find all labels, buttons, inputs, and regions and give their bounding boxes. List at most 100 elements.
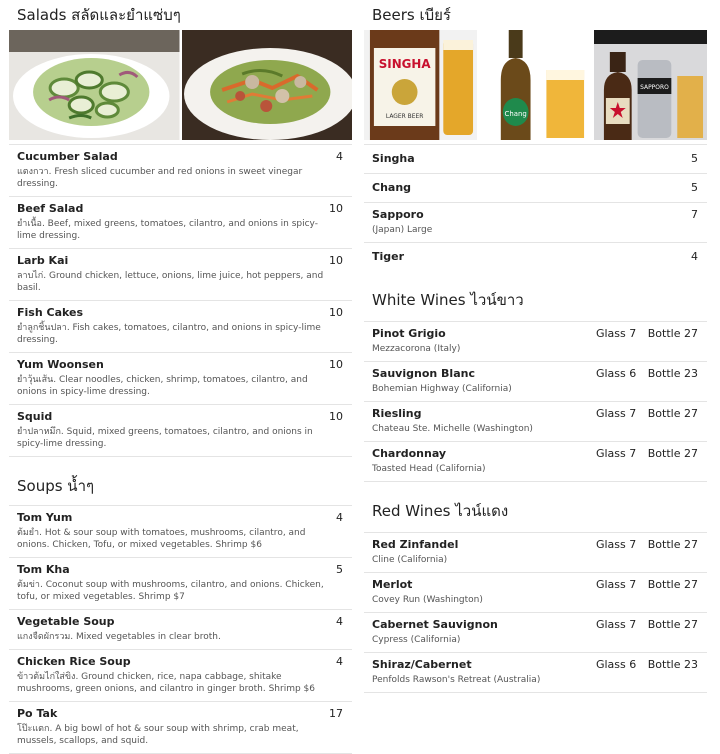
item-description: ยำวุ้นเส้น. Clear noodles, chicken, shri… (17, 375, 308, 397)
menu-item: Singha 5 (364, 144, 707, 173)
item-price: 17 (329, 707, 343, 720)
wine-prices: Glass 6 Bottle 23 (596, 658, 698, 671)
wine-item: Merlot Glass 7 Bottle 27 Covey Run (Wash… (364, 572, 707, 612)
glass-label: Glass (595, 407, 626, 420)
item-name: Tom Kha (17, 563, 70, 576)
item-description: ยำลูกชิ้นปลา. Fish cakes, tomatoes, cila… (17, 323, 321, 345)
menu-item: Chang 5 (364, 173, 707, 202)
item-price: 4 (691, 250, 698, 263)
wine-origin: Mezzacorona (Italy) (372, 344, 461, 354)
item-name: Tiger (372, 250, 405, 263)
wine-prices: Glass 6 Bottle 23 (596, 367, 698, 380)
glass-label: Glass (595, 658, 626, 671)
bottle-label: Bottle (647, 578, 681, 591)
white-wines-title: White Wines ไวน์ขาว (372, 291, 524, 309)
menu-item: Sapporo 7 (Japan) Large (364, 202, 707, 242)
item-name: Tom Yum (17, 511, 73, 524)
item-price: 10 (329, 410, 343, 423)
item-name: Squid (17, 410, 53, 423)
glass-price: 7 (629, 447, 637, 460)
glass-price: 7 (629, 618, 637, 631)
bottle-price: 23 (684, 658, 698, 671)
bottle-label: Bottle (647, 327, 681, 340)
item-name: Beef Salad (17, 202, 84, 215)
singha-sublabel-text: LAGER BEER (386, 113, 424, 120)
glass-label: Glass (595, 618, 626, 631)
wine-item: Pinot Grigio Glass 7 Bottle 27 Mezzacoro… (364, 321, 707, 361)
menu-item: Fish Cakes 10 ยำลูกชิ้นปลา. Fish cakes, … (9, 300, 352, 352)
wine-origin: Penfolds Rawson's Retreat (Australia) (372, 675, 541, 685)
menu-item: Tom Kha 5 ต้มข่า. Coconut soup with mush… (9, 557, 352, 609)
menu-item: Yum Woonsen 10 ยำวุ้นเส้น. Clear noodles… (9, 352, 352, 404)
item-description: ลาบไก่. Ground chicken, lettuce, onions,… (17, 271, 324, 293)
item-price: 7 (691, 208, 698, 221)
bottle-price: 27 (684, 327, 698, 340)
item-description: ต้มข่า. Coconut soup with mushrooms, cil… (17, 580, 324, 602)
item-price: 4 (336, 511, 343, 524)
item-description: แตงกวา. Fresh sliced cucumber and red on… (17, 167, 303, 189)
item-price: 4 (336, 150, 343, 163)
wine-origin: Cline (California) (372, 555, 448, 565)
glass-label: Glass (595, 447, 626, 460)
wine-prices: Glass 7 Bottle 27 (596, 447, 698, 460)
cucumber-salad-photo (9, 30, 180, 140)
item-price: 4 (336, 655, 343, 668)
wine-origin: Toasted Head (California) (372, 464, 486, 474)
left-column: Salads สลัดและยำแซ่บๆ Cucumber Salad 4 แ… (9, 0, 352, 754)
bottle-label: Bottle (647, 367, 681, 380)
soups-title: Soups น้ำๆ (17, 477, 95, 495)
beers-title: Beers เบียร์ (372, 6, 451, 24)
item-description: แกงจืดผักรวม. Mixed vegetables in clear … (17, 632, 221, 642)
wine-origin: Cypress (California) (372, 635, 461, 645)
beers-photos: SINGHA LAGER BEER Chang SAPPORO (364, 30, 707, 140)
bottle-label: Bottle (647, 538, 681, 551)
glass-price: 7 (629, 578, 637, 591)
item-name: Vegetable Soup (17, 615, 115, 628)
item-description: ข้าวต้มไก่ใส่ขิง. Ground chicken, rice, … (17, 672, 315, 694)
glass-price: 7 (629, 407, 637, 420)
menu-item: Larb Kai 10 ลาบไก่. Ground chicken, lett… (9, 248, 352, 300)
bottle-price: 27 (684, 407, 698, 420)
divider (9, 456, 352, 457)
item-name: Larb Kai (17, 254, 69, 267)
wine-item: Chardonnay Glass 7 Bottle 27 Toasted Hea… (364, 441, 707, 481)
item-description: (Japan) Large (372, 225, 433, 235)
bottle-price: 27 (684, 447, 698, 460)
item-name: Singha (372, 152, 415, 165)
red-wines-title: Red Wines ไวน์แดง (372, 502, 509, 520)
salads-title: Salads สลัดและยำแซ่บๆ (17, 6, 181, 24)
menu-page: Salads สลัดและยำแซ่บๆ Cucumber Salad 4 แ… (0, 0, 720, 754)
wine-item: Red Zinfandel Glass 7 Bottle 27 Cline (C… (364, 532, 707, 572)
salads-list: Cucumber Salad 4 แตงกวา. Fresh sliced cu… (9, 144, 352, 457)
wine-prices: Glass 7 Bottle 27 (596, 327, 698, 340)
divider (364, 692, 707, 693)
item-price: 4 (336, 615, 343, 628)
menu-item: Chicken Rice Soup 4 ข้าวต้มไก่ใส่ขิง. Gr… (9, 649, 352, 701)
bottle-price: 27 (684, 538, 698, 551)
glass-label: Glass (595, 367, 626, 380)
wine-item: Sauvignon Blanc Glass 6 Bottle 23 Bohemi… (364, 361, 707, 401)
chang-beer-photo: Chang (479, 30, 592, 140)
beers-list: Singha 5 Chang 5 Sapporo 7 (Japan) Large… (364, 144, 707, 271)
item-price: 10 (329, 202, 343, 215)
wine-item: Cabernet Sauvignon Glass 7 Bottle 27 Cyp… (364, 612, 707, 652)
item-price: 10 (329, 254, 343, 267)
wine-origin: Covey Run (Washington) (372, 595, 483, 605)
wine-origin: Bohemian Highway (California) (372, 384, 512, 394)
wine-prices: Glass 7 Bottle 27 (596, 407, 698, 420)
glass-price: 7 (629, 538, 637, 551)
glass-label: Glass (595, 538, 626, 551)
wine-prices: Glass 7 Bottle 27 (596, 578, 698, 591)
glass-label: Glass (595, 327, 626, 340)
item-name: Po Tak (17, 707, 58, 720)
glass-price: 7 (629, 327, 637, 340)
menu-item: Po Tak 17 โป๊ะแตก. A big bowl of hot & s… (9, 701, 352, 753)
item-description: ต้มยำ. Hot & sour soup with tomatoes, mu… (17, 528, 306, 550)
wine-item: Riesling Glass 7 Bottle 27 Chateau Ste. … (364, 401, 707, 441)
menu-item: Vegetable Soup 4 แกงจืดผักรวม. Mixed veg… (9, 609, 352, 649)
menu-item: Tiger 4 (364, 242, 707, 271)
menu-item: Cucumber Salad 4 แตงกวา. Fresh sliced cu… (9, 144, 352, 196)
white-wines-list: Pinot Grigio Glass 7 Bottle 27 Mezzacoro… (364, 321, 707, 482)
item-description: ยำเนื้อ. Beef, mixed greens, tomatoes, c… (17, 219, 318, 241)
bottle-price: 27 (684, 618, 698, 631)
